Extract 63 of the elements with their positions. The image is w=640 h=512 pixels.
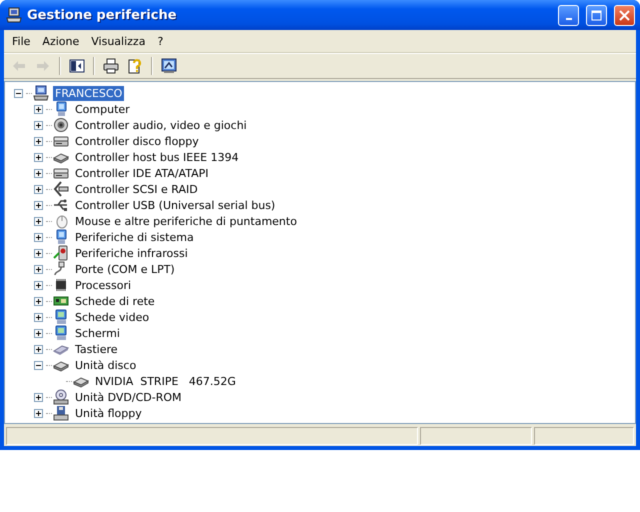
expand-icon[interactable] [34, 232, 43, 242]
collapse-icon[interactable] [34, 360, 43, 370]
tree-item[interactable]: Controller IDE ATA/ATAPI [73, 166, 210, 180]
expand-icon[interactable] [34, 152, 43, 162]
expand-icon[interactable] [34, 104, 43, 114]
usb-icon [53, 197, 69, 213]
tree-item[interactable]: Mouse e altre periferiche di puntamento [73, 214, 299, 228]
tree-item[interactable]: Controller disco floppy [73, 134, 201, 148]
tree-item[interactable]: Unità floppy [73, 406, 144, 420]
expand-icon[interactable] [34, 136, 43, 146]
tree-item[interactable]: Schede di rete [73, 294, 157, 308]
speaker-icon [53, 117, 69, 133]
tree-item[interactable]: Schermi [73, 326, 122, 340]
collapse-icon[interactable] [14, 88, 23, 98]
expand-icon[interactable] [34, 328, 43, 338]
floppy-drive-icon [53, 405, 69, 421]
maximize-icon [591, 10, 602, 20]
tree-item[interactable]: NVIDIA STRIPE 467.52G [93, 374, 238, 388]
expand-icon[interactable] [34, 344, 43, 354]
minimize-button[interactable] [558, 4, 579, 26]
expand-icon[interactable] [34, 392, 43, 402]
tree-item[interactable]: Schede video [73, 310, 152, 324]
expand-icon[interactable] [34, 408, 43, 418]
chip-icon [53, 277, 69, 293]
computer-icon [6, 7, 22, 23]
expand-icon[interactable] [34, 120, 43, 130]
tree-item[interactable]: Periferiche di sistema [73, 230, 196, 244]
tree-item[interactable]: Unità disco [73, 358, 138, 372]
monitor-icon [53, 309, 69, 325]
expand-icon[interactable] [34, 200, 43, 210]
close-icon [619, 10, 630, 20]
expand-icon[interactable] [34, 248, 43, 258]
expand-icon[interactable] [34, 312, 43, 322]
menu-item[interactable]: Azione [36, 32, 86, 50]
tree-item[interactable]: Processori [73, 278, 134, 292]
tree-item[interactable]: Periferiche infrarossi [73, 246, 190, 260]
expand-icon[interactable] [34, 264, 43, 274]
window-title: Gestione periferiche [27, 8, 178, 22]
tree-item[interactable]: Unità DVD/CD-ROM [73, 390, 184, 404]
computer-icon [33, 85, 49, 101]
expand-icon[interactable] [34, 216, 43, 226]
tree-item[interactable]: FRANCESCO [53, 86, 124, 100]
expand-icon[interactable] [34, 280, 43, 290]
tree-item[interactable]: Controller USB (Universal serial bus) [73, 198, 278, 212]
minimize-icon [566, 18, 572, 20]
tree-item[interactable]: Tastiere [73, 342, 120, 356]
menu-item[interactable]: Visualizza [85, 32, 152, 50]
connector-icon [53, 181, 69, 197]
infrared-icon [53, 245, 69, 261]
monitor-icon [53, 325, 69, 341]
tree-item[interactable]: Controller audio, video e giochi [73, 118, 249, 132]
menu-item[interactable]: File [6, 32, 36, 50]
tree-item[interactable]: Computer [73, 102, 132, 116]
tree-item[interactable]: Controller SCSI e RAID [73, 182, 200, 196]
tree-item[interactable]: Controller host bus IEEE 1394 [73, 150, 241, 164]
close-button[interactable] [614, 4, 635, 26]
menu-item[interactable]: ? [151, 32, 170, 50]
expand-icon[interactable] [34, 184, 43, 194]
maximize-button[interactable] [586, 4, 607, 26]
expand-icon[interactable] [34, 296, 43, 306]
expand-icon[interactable] [34, 168, 43, 178]
tree-item[interactable]: Porte (COM e LPT) [73, 262, 177, 276]
cd-drive-icon [53, 389, 69, 405]
